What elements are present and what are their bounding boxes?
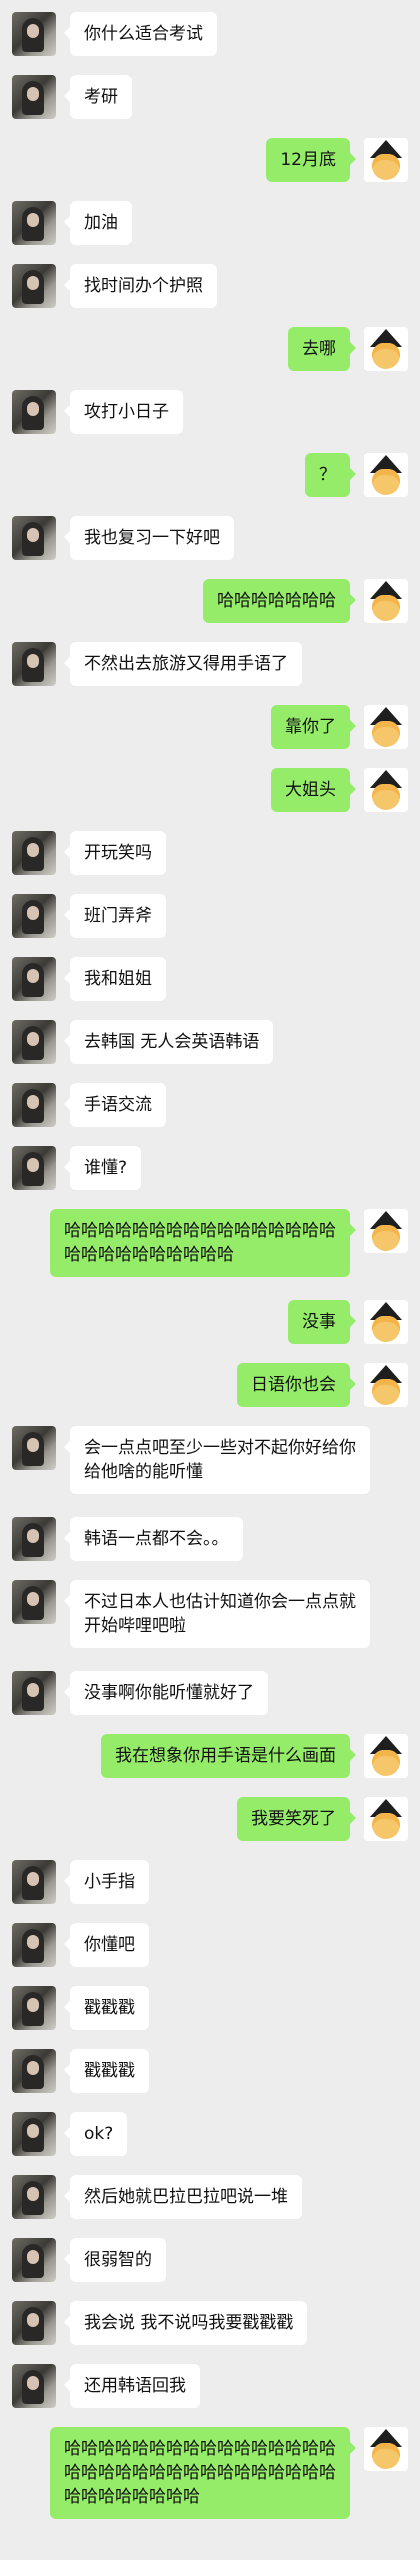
message-bubble[interactable]: 12月底 xyxy=(266,138,356,182)
my-avatar[interactable] xyxy=(364,1363,408,1407)
chat-area: 你什么适合考试 考研 12月底加油找时间办个护照去哪攻打小日子 ？ 我也复习一下好吧哈哈… xyxy=(0,0,420,2560)
contact-avatar[interactable] xyxy=(12,12,56,56)
message-bubble[interactable]: ？ xyxy=(305,453,356,497)
contact-avatar[interactable] xyxy=(12,1083,56,1127)
contact-avatar[interactable] xyxy=(12,1426,56,1470)
message-bubble[interactable]: 大姐头 xyxy=(271,768,356,812)
contact-avatar[interactable] xyxy=(12,1986,56,2030)
contact-avatar[interactable] xyxy=(12,957,56,1001)
my-avatar[interactable] xyxy=(364,1209,408,1253)
my-avatar[interactable] xyxy=(364,138,408,182)
message-bubble[interactable]: 攻打小日子 xyxy=(64,390,183,434)
message-bubble[interactable]: 哈哈哈哈哈哈哈哈哈哈哈哈哈哈哈哈哈哈哈哈哈哈哈哈哈哈 xyxy=(50,1209,356,1277)
contact-avatar[interactable] xyxy=(12,390,56,434)
contact-avatar[interactable] xyxy=(12,516,56,560)
message-bubble[interactable]: 你懂吧 xyxy=(64,1923,149,1967)
contact-avatar[interactable] xyxy=(12,1671,56,1715)
message-bubble[interactable]: 哈哈哈哈哈哈哈 xyxy=(203,579,356,623)
message-bubble[interactable]: 戳戳戳 xyxy=(64,2049,149,2093)
contact-avatar[interactable] xyxy=(12,2238,56,2282)
message-bubble[interactable]: 加油 xyxy=(64,201,132,245)
contact-avatar[interactable] xyxy=(12,2112,56,2156)
message-bubble[interactable]: 会一点点吧至少一些对不起你好给你给他啥的能听懂 xyxy=(64,1426,370,1494)
message-bubble[interactable]: 去哪 xyxy=(288,327,356,371)
my-avatar[interactable] xyxy=(364,327,408,371)
message-bubble[interactable]: 我和姐姐 xyxy=(64,957,166,1001)
contact-avatar[interactable] xyxy=(12,1146,56,1190)
my-avatar[interactable] xyxy=(364,1300,408,1344)
my-avatar[interactable] xyxy=(364,1734,408,1778)
message-bubble[interactable]: 日语你也会 xyxy=(237,1363,356,1407)
message-bubble[interactable]: 不过日本人也估计知道你会一点点就开始哔哩吧啦 xyxy=(64,1580,370,1648)
message-bubble[interactable]: 我要笑死了 xyxy=(237,1797,356,1841)
message-bubble[interactable]: 我也复习一下好吧 xyxy=(64,516,234,560)
contact-avatar[interactable] xyxy=(12,642,56,686)
message-bubble[interactable]: 考研 xyxy=(64,75,132,119)
contact-avatar[interactable] xyxy=(12,831,56,875)
contact-avatar[interactable] xyxy=(12,2364,56,2408)
contact-avatar[interactable] xyxy=(12,2301,56,2345)
my-avatar[interactable] xyxy=(364,453,408,497)
message-bubble[interactable]: 不然出去旅游又得用手语了 xyxy=(64,642,302,686)
message-bubble[interactable]: 去韩国 无人会英语韩语 xyxy=(63,1020,274,1064)
my-avatar[interactable] xyxy=(364,579,408,623)
contact-avatar[interactable] xyxy=(12,2175,56,2219)
message-bubble[interactable]: 开玩笑吗 xyxy=(64,831,166,875)
contact-avatar[interactable] xyxy=(12,894,56,938)
contact-avatar[interactable] xyxy=(12,201,56,245)
message-bubble[interactable]: 你什么适合考试 xyxy=(64,12,217,56)
message-bubble[interactable]: 我在想象你用手语是什么画面 xyxy=(101,1734,356,1778)
contact-avatar[interactable] xyxy=(12,1860,56,1904)
message-bubble[interactable]: 靠你了 xyxy=(271,705,356,749)
message-bubble[interactable]: 没事 xyxy=(288,1300,356,1344)
contact-avatar[interactable] xyxy=(12,1020,56,1064)
contact-avatar[interactable] xyxy=(12,1923,56,1967)
message-bubble[interactable]: 谁懂? xyxy=(63,1146,142,1190)
message-bubble[interactable]: 找时间办个护照 xyxy=(64,264,217,308)
message-bubble[interactable]: 班门弄斧 xyxy=(64,894,166,938)
contact-avatar[interactable] xyxy=(12,2049,56,2093)
message-bubble[interactable]: 小手指 xyxy=(64,1860,149,1904)
contact-avatar[interactable] xyxy=(12,1580,56,1624)
message-bubble[interactable]: ok? xyxy=(63,2112,128,2156)
message-bubble[interactable]: 手语交流 xyxy=(64,1083,166,1127)
message-bubble[interactable]: 还用韩语回我 xyxy=(64,2364,200,2408)
my-avatar[interactable] xyxy=(364,2427,408,2471)
message-bubble[interactable]: 然后她就巴拉巴拉吧说一堆 xyxy=(64,2175,302,2219)
message-bubble[interactable]: 韩语一点都不会。。 xyxy=(64,1517,243,1561)
contact-avatar[interactable] xyxy=(12,1517,56,1561)
my-avatar[interactable] xyxy=(364,1797,408,1841)
contact-avatar[interactable] xyxy=(12,75,56,119)
message-bubble[interactable]: 没事啊你能听懂就好了 xyxy=(64,1671,268,1715)
message-bubble[interactable]: 很弱智的 xyxy=(64,2238,166,2282)
message-bubble[interactable]: 我会说 我不说吗我要戳戳戳 xyxy=(63,2301,308,2345)
message-bubble[interactable]: 哈哈哈哈哈哈哈哈哈哈哈哈哈哈哈哈哈哈哈哈哈哈哈哈哈哈哈哈哈哈哈哈哈哈哈哈哈哈哈哈 xyxy=(50,2427,356,2519)
contact-avatar[interactable] xyxy=(12,264,56,308)
my-avatar[interactable] xyxy=(364,705,408,749)
message-bubble[interactable]: 戳戳戳 xyxy=(64,1986,149,2030)
my-avatar[interactable] xyxy=(364,768,408,812)
